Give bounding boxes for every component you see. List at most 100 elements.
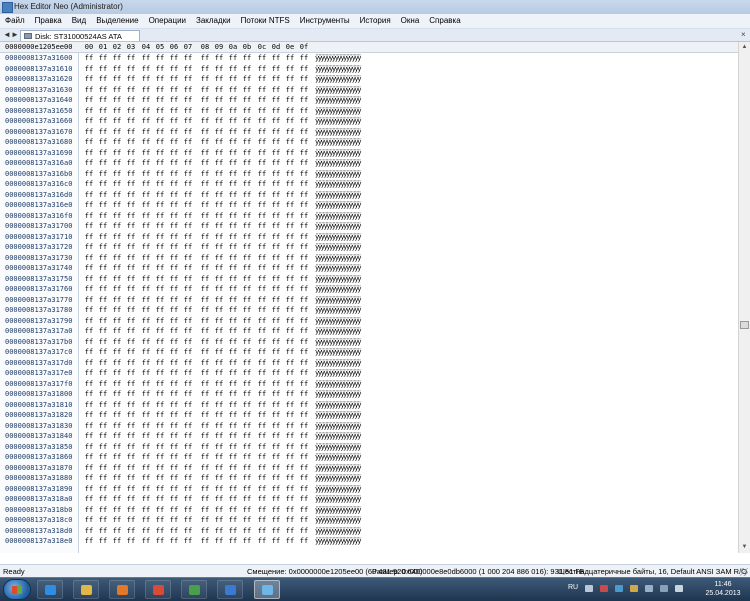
hex-byte[interactable]: ff [182, 316, 194, 327]
hex-byte[interactable]: ff [284, 421, 296, 432]
hex-byte[interactable]: ff [227, 127, 239, 138]
hex-byte[interactable]: ff [111, 410, 123, 421]
hex-row[interactable]: 0000008137a31640 ff ff ff ff ff ff ff ff ff ff ff ff… [0, 95, 738, 106]
hex-byte[interactable]: ff [298, 116, 310, 127]
hex-byte[interactable]: ff [284, 221, 296, 232]
hex-byte[interactable]: ff [182, 263, 194, 274]
hex-byte[interactable]: ff [256, 263, 268, 274]
hex-byte[interactable]: ff [154, 484, 166, 495]
hex-byte[interactable]: ff [199, 316, 211, 327]
hex-byte[interactable]: ff [213, 389, 225, 400]
hex-byte[interactable]: ff [213, 106, 225, 117]
hex-byte[interactable]: ff [284, 494, 296, 505]
hex-row[interactable]: 0000008137a31880 ff ff ff ff ff ff ff ff ff ff ff ff… [0, 473, 738, 484]
hex-byte[interactable]: ff [298, 85, 310, 96]
hex-byte[interactable]: ff [154, 337, 166, 348]
hex-byte[interactable]: ff [284, 137, 296, 148]
hex-byte[interactable]: ff [168, 347, 180, 358]
hex-byte[interactable]: ff [97, 326, 109, 337]
hex-byte[interactable]: ff [298, 463, 310, 474]
hex-byte[interactable]: ff [213, 505, 225, 516]
hex-byte[interactable]: ff [213, 347, 225, 358]
hex-byte[interactable]: ff [182, 169, 194, 180]
hex-byte[interactable]: ff [83, 179, 95, 190]
ascii-text[interactable]: ÿÿÿÿÿÿÿÿÿÿÿÿÿÿÿÿ [315, 452, 361, 463]
hex-byte[interactable]: ff [83, 431, 95, 442]
hex-byte[interactable]: ff [83, 494, 95, 505]
hex-byte[interactable]: ff [213, 85, 225, 96]
hex-byte[interactable]: ff [111, 242, 123, 253]
hex-byte[interactable]: ff [199, 358, 211, 369]
hex-byte[interactable]: ff [154, 179, 166, 190]
hex-row[interactable]: 0000008137a31870 ff ff ff ff ff ff ff ff ff ff ff ff… [0, 463, 738, 474]
hex-byte[interactable]: ff [154, 64, 166, 75]
hex-byte[interactable]: ff [168, 431, 180, 442]
hex-byte[interactable]: ff [241, 190, 253, 201]
hex-byte[interactable]: ff [168, 515, 180, 526]
ascii-text[interactable]: ÿÿÿÿÿÿÿÿÿÿÿÿÿÿÿÿ [315, 221, 361, 232]
ascii-text[interactable]: ÿÿÿÿÿÿÿÿÿÿÿÿÿÿÿÿ [315, 463, 361, 474]
hex-byte[interactable]: ff [241, 284, 253, 295]
menu-item[interactable]: История [355, 14, 396, 28]
hex-byte[interactable]: ff [256, 232, 268, 243]
hex-byte[interactable]: ff [213, 410, 225, 421]
ascii-text[interactable]: ÿÿÿÿÿÿÿÿÿÿÿÿÿÿÿÿ [315, 536, 361, 547]
hex-byte[interactable]: ff [298, 358, 310, 369]
hex-byte[interactable]: ff [140, 263, 152, 274]
hex-byte[interactable]: ff [213, 295, 225, 306]
hex-byte[interactable]: ff [125, 358, 137, 369]
hex-byte[interactable]: ff [199, 389, 211, 400]
hex-byte[interactable]: ff [213, 284, 225, 295]
hex-byte[interactable]: ff [182, 442, 194, 453]
hex-byte[interactable]: ff [213, 316, 225, 327]
hex-byte[interactable]: ff [213, 137, 225, 148]
hex-byte[interactable]: ff [140, 473, 152, 484]
hex-byte[interactable]: ff [154, 463, 166, 474]
hex-byte[interactable]: ff [213, 169, 225, 180]
hex-byte[interactable]: ff [111, 400, 123, 411]
hex-byte[interactable]: ff [140, 158, 152, 169]
hex-byte[interactable]: ff [256, 379, 268, 390]
hex-byte[interactable]: ff [83, 116, 95, 127]
hex-byte[interactable]: ff [241, 274, 253, 285]
hex-byte[interactable]: ff [182, 515, 194, 526]
hex-byte[interactable]: ff [199, 515, 211, 526]
hex-byte[interactable]: ff [298, 106, 310, 117]
hex-byte[interactable]: ff [256, 316, 268, 327]
hex-byte[interactable]: ff [111, 326, 123, 337]
hex-byte[interactable]: ff [256, 106, 268, 117]
hex-byte[interactable]: ff [298, 284, 310, 295]
ascii-text[interactable]: ÿÿÿÿÿÿÿÿÿÿÿÿÿÿÿÿ [315, 106, 361, 117]
hex-byte[interactable]: ff [97, 200, 109, 211]
hex-byte[interactable]: ff [227, 64, 239, 75]
hex-byte[interactable]: ff [284, 442, 296, 453]
hex-byte[interactable]: ff [199, 190, 211, 201]
hex-byte[interactable]: ff [140, 515, 152, 526]
hex-byte[interactable]: ff [270, 515, 282, 526]
hex-byte[interactable]: ff [199, 505, 211, 516]
hex-byte[interactable]: ff [140, 295, 152, 306]
hex-byte[interactable]: ff [241, 316, 253, 327]
hex-byte[interactable]: ff [168, 284, 180, 295]
hex-byte[interactable]: ff [213, 358, 225, 369]
hex-byte[interactable]: ff [241, 400, 253, 411]
hex-byte[interactable]: ff [97, 400, 109, 411]
menu-item[interactable]: Файл [0, 14, 30, 28]
hex-byte[interactable]: ff [140, 431, 152, 442]
hex-byte[interactable]: ff [256, 116, 268, 127]
hex-byte[interactable]: ff [125, 295, 137, 306]
hex-byte[interactable]: ff [182, 242, 194, 253]
hex-byte[interactable]: ff [111, 263, 123, 274]
hex-byte[interactable]: ff [111, 536, 123, 547]
hex-byte[interactable]: ff [227, 106, 239, 117]
hex-byte[interactable]: ff [284, 473, 296, 484]
hex-byte[interactable]: ff [270, 200, 282, 211]
hex-byte[interactable]: ff [125, 169, 137, 180]
hex-byte[interactable]: ff [111, 274, 123, 285]
hex-byte[interactable]: ff [241, 137, 253, 148]
hex-byte[interactable]: ff [256, 284, 268, 295]
hex-byte[interactable]: ff [154, 253, 166, 264]
tab-nav-forward-button[interactable]: ► [11, 29, 19, 41]
hex-byte[interactable]: ff [168, 484, 180, 495]
hex-byte[interactable]: ff [83, 263, 95, 274]
